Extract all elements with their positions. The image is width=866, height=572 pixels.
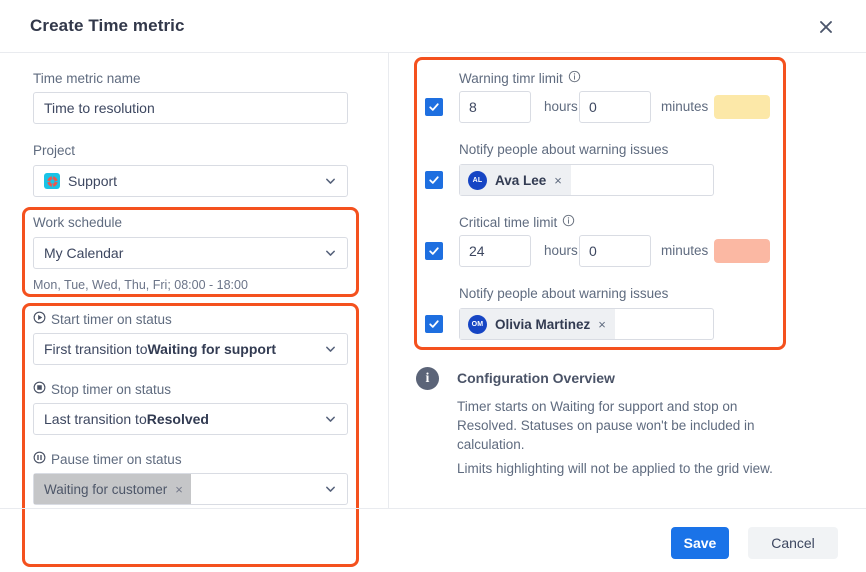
remove-chip-icon[interactable]: × bbox=[175, 483, 183, 496]
warning-hours-input[interactable]: 8 bbox=[459, 91, 531, 123]
chevron-down-icon bbox=[324, 343, 337, 356]
right-column: Warning timr limit 8 hours 0 minutes Not… bbox=[388, 53, 866, 508]
remove-person-icon[interactable]: × bbox=[554, 174, 562, 187]
chevron-down-icon bbox=[324, 247, 337, 260]
critical-limit-label: Critical time limit bbox=[459, 214, 558, 230]
project-select[interactable]: Support bbox=[33, 165, 348, 197]
person-name: Ava Lee bbox=[495, 172, 547, 188]
person-chip: OM Olivia Martinez × bbox=[460, 309, 615, 339]
warning-notify-people-field[interactable]: AL Ava Lee × bbox=[459, 164, 714, 196]
critical-color-swatch[interactable] bbox=[714, 239, 770, 263]
critical-hours-unit: hours bbox=[544, 243, 578, 258]
critical-hours-input[interactable]: 24 bbox=[459, 235, 531, 267]
critical-notify-label: Notify people about warning issues bbox=[459, 286, 669, 301]
warning-color-swatch[interactable] bbox=[714, 95, 770, 119]
pause-timer-select[interactable]: Waiting for customer × bbox=[33, 473, 348, 505]
work-schedule-note: Mon, Tue, Wed, Thu, Fri; 08:00 - 18:00 bbox=[33, 278, 248, 292]
chevron-down-icon bbox=[324, 175, 337, 188]
critical-limit-checkbox[interactable] bbox=[425, 242, 443, 260]
close-icon[interactable] bbox=[812, 13, 840, 41]
stop-timer-label-row: Stop timer on status bbox=[33, 381, 171, 397]
dialog-header: Create Time metric bbox=[0, 0, 866, 53]
warning-minutes-unit: minutes bbox=[661, 99, 709, 114]
time-metric-name-label: Time metric name bbox=[33, 71, 141, 86]
person-name: Olivia Martinez bbox=[495, 316, 591, 332]
warning-limit-checkbox[interactable] bbox=[425, 98, 443, 116]
configuration-overview-paragraph-1: Timer starts on Waiting for support and … bbox=[457, 399, 755, 452]
pause-circle-icon bbox=[33, 451, 46, 467]
info-outline-icon[interactable] bbox=[562, 214, 575, 230]
pause-timer-label-row: Pause timer on status bbox=[33, 451, 182, 467]
configuration-overview-title: Configuration Overview bbox=[457, 370, 615, 386]
warning-minutes-input[interactable]: 0 bbox=[579, 91, 651, 123]
info-circle-icon: i bbox=[416, 367, 439, 390]
warning-limit-label-row: Warning timr limit bbox=[459, 70, 581, 86]
play-circle-icon bbox=[33, 311, 46, 327]
work-schedule-select[interactable]: My Calendar bbox=[33, 237, 348, 269]
stop-circle-icon bbox=[33, 381, 46, 397]
chevron-down-icon bbox=[324, 413, 337, 426]
page-title: Create Time metric bbox=[30, 16, 185, 35]
stop-timer-label: Stop timer on status bbox=[51, 381, 172, 397]
project-label: Project bbox=[33, 143, 76, 158]
pause-status-chip-label: Waiting for customer bbox=[44, 481, 168, 497]
critical-minutes-unit: minutes bbox=[661, 243, 709, 258]
stop-timer-prefix: Last transition to bbox=[44, 411, 147, 427]
configuration-overview-paragraph-2: Limits highlighting will not be applied … bbox=[457, 461, 773, 476]
stop-timer-select[interactable]: Last transition to Resolved bbox=[33, 403, 348, 435]
warning-limit-label: Warning timr limit bbox=[459, 70, 563, 86]
remove-person-icon[interactable]: × bbox=[598, 318, 606, 331]
start-timer-status: Waiting for support bbox=[147, 341, 277, 357]
start-timer-label-row: Start timer on status bbox=[33, 311, 172, 327]
info-outline-icon[interactable] bbox=[568, 70, 581, 86]
pause-status-chip: Waiting for customer × bbox=[34, 474, 191, 504]
critical-limit-label-row: Critical time limit bbox=[459, 214, 575, 230]
person-chip: AL Ava Lee × bbox=[460, 165, 571, 195]
start-timer-label: Start timer on status bbox=[51, 311, 172, 327]
warning-notify-label: Notify people about warning issues bbox=[459, 142, 669, 157]
project-value: Support bbox=[68, 173, 118, 189]
work-schedule-value: My Calendar bbox=[44, 245, 124, 261]
lifebuoy-icon bbox=[44, 173, 60, 189]
time-metric-name-input[interactable]: Time to resolution bbox=[33, 92, 348, 124]
create-time-metric-dialog: Create Time metric Time metric name Time… bbox=[0, 0, 866, 572]
left-column: Time metric name Time to resolution Proj… bbox=[0, 53, 388, 567]
warning-hours-unit: hours bbox=[544, 99, 578, 114]
chevron-down-icon bbox=[324, 483, 337, 496]
critical-minutes-input[interactable]: 0 bbox=[579, 235, 651, 267]
warning-notify-checkbox[interactable] bbox=[425, 171, 443, 189]
critical-notify-people-field[interactable]: OM Olivia Martinez × bbox=[459, 308, 714, 340]
save-button[interactable]: Save bbox=[671, 527, 729, 559]
avatar: AL bbox=[468, 170, 487, 190]
pause-timer-label: Pause timer on status bbox=[51, 451, 182, 467]
avatar: OM bbox=[468, 314, 487, 334]
start-timer-prefix: First transition to bbox=[44, 341, 148, 357]
critical-notify-checkbox[interactable] bbox=[425, 315, 443, 333]
stop-timer-status: Resolved bbox=[146, 411, 209, 427]
start-timer-select[interactable]: First transition to Waiting for support bbox=[33, 333, 348, 365]
cancel-button[interactable]: Cancel bbox=[748, 527, 838, 559]
work-schedule-label: Work schedule bbox=[33, 215, 123, 230]
dialog-footer: Save Cancel bbox=[0, 508, 866, 572]
